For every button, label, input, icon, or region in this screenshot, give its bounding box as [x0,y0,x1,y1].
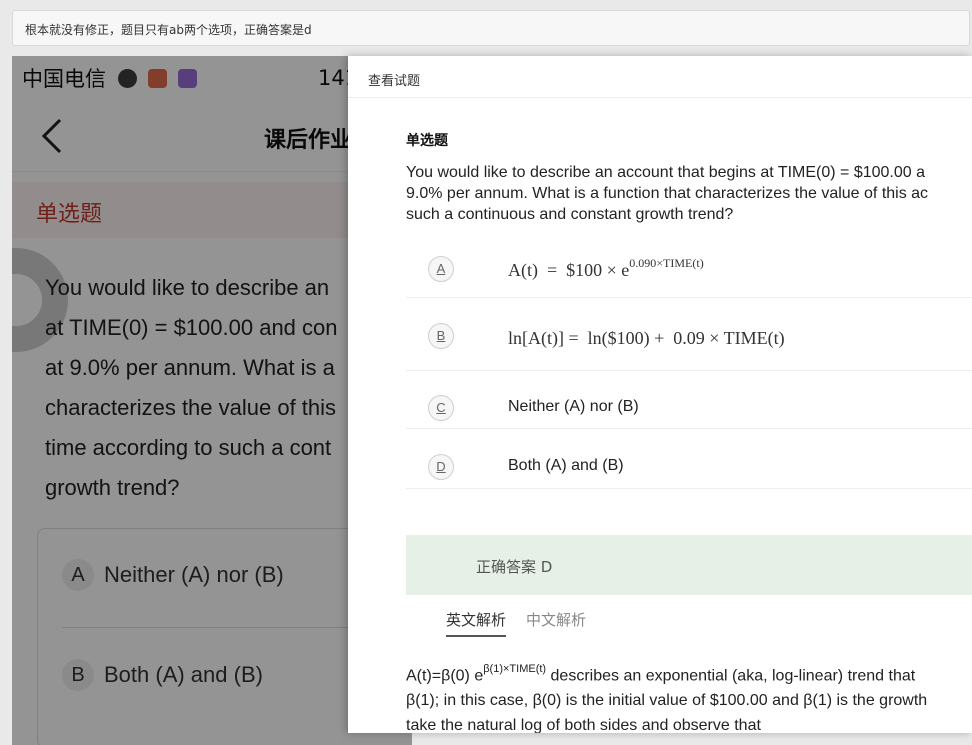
correct-answer-box: 正确答案 D [406,535,972,595]
option-text: Both (A) and (B) [508,457,624,474]
option-formula: A(t) = $100 × e [508,260,630,280]
option-b[interactable]: B ln[A(t)] = ln($100) + 0.09 × TIME(t) [406,298,972,371]
option-letter-badge: B [428,323,454,349]
option-text: Both (A) and (B) [104,662,263,687]
phone-page-title: 课后作业 [264,128,353,153]
correct-answer-label: 正确答案 D [476,558,553,576]
app-status-icon [148,68,167,88]
phone-option-a[interactable]: A Neither (A) nor (B) [62,559,284,591]
feedback-bar: 根本就没有修正，题目只有ab两个选项，正确答案是d [12,10,970,46]
app-status-icon [118,68,137,88]
explanation-tabs: 英文解析 中文解析 [446,609,606,637]
option-a[interactable]: A A(t) = $100 × e0.090×TIME(t) [406,236,972,298]
phone-question-type: 单选题 [36,202,103,227]
option-letter: A [62,559,94,591]
view-question-modal: 查看试题 单选题 You would like to describe an a… [348,56,972,733]
question-text: You would like to describe an account th… [406,164,929,223]
option-formula-exponent: 0.090×TIME(t) [629,256,704,270]
tab-english-explanation[interactable]: 英文解析 [446,609,507,637]
option-text: ln[A(t)] = ln($100) + 0.09 × TIME(t) [508,328,785,348]
option-d[interactable]: D Both (A) and (B) [406,429,972,489]
option-letter-badge: D [428,454,454,480]
modal-title: 查看试题 [368,74,421,89]
option-letter-badge: C [428,395,454,421]
status-bar: 中国电信 141 [22,64,358,92]
screen: 根本就没有修正，题目只有ab两个选项，正确答案是d 中国电信 141 课后作业 … [0,0,972,745]
phone-option-b[interactable]: B Both (A) and (B) [62,659,263,691]
option-text: Neither (A) nor (B) [508,398,639,415]
explanation-text: A(t)=β(0) eβ(1)×TIME(t) describes an exp… [406,659,972,733]
option-letter: B [62,659,94,691]
question-type-label: 单选题 [406,133,448,149]
option-text: A(t) = $100 × e0.090×TIME(t) [508,256,704,281]
back-arrow-icon[interactable] [40,116,64,156]
explanation-line: β(1); in this case, β(0) is the initial … [406,692,928,710]
feedback-text: 根本就没有修正，题目只有ab两个选项，正确答案是d [25,23,312,37]
option-text: Neither (A) nor (B) [104,562,284,587]
carrier-label: 中国电信 [22,67,106,91]
option-c[interactable]: C Neither (A) nor (B) [406,371,972,429]
option-letter-badge: A [428,256,454,282]
tab-chinese-explanation[interactable]: 中文解析 [526,609,586,637]
gallery-status-icon [178,68,197,88]
explanation-formula: A(t)=β(0) e [406,667,484,685]
explanation-formula-exponent: β(1)×TIME(t) [483,663,547,675]
explanation-line: take the natural log of both sides and o… [406,717,761,733]
modal-header: 查看试题 [348,56,972,98]
explanation-line: describes an exponential (aka, log-linea… [546,667,916,685]
